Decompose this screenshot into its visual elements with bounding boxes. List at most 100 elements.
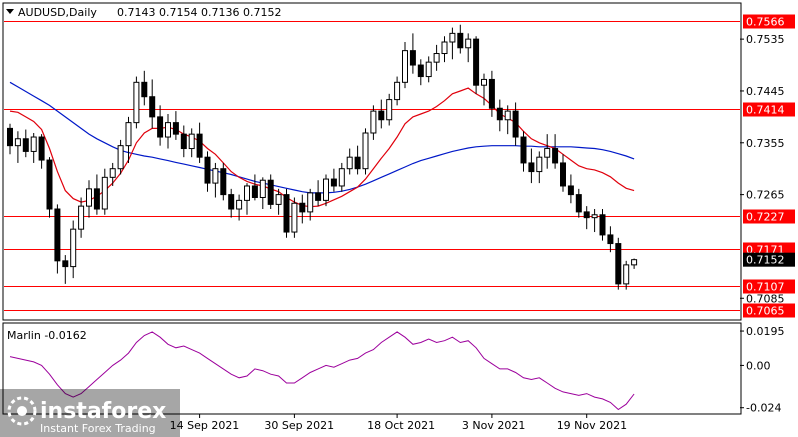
candle-body-49 (394, 81, 401, 101)
candle-45 (362, 128, 369, 175)
candle-body-70 (560, 162, 566, 187)
candle-body-56 (449, 32, 456, 43)
candle-body-63 (504, 110, 511, 121)
candle-body-50 (402, 50, 408, 83)
candle-body-37 (299, 202, 306, 213)
candle-body-52 (417, 64, 424, 78)
date-tick-label-4: 19 Nov 2021 (557, 419, 627, 432)
instaforex-watermark: instaforex Instant Forex Trading (0, 389, 180, 437)
price-tick-label-0: 0.7535 (746, 33, 785, 46)
candle-body-32 (259, 179, 266, 198)
candle-body-42 (338, 168, 345, 187)
date-tick-label-2: 18 Oct 2021 (367, 419, 435, 432)
candle-body-16 (133, 81, 140, 124)
candle-body-40 (323, 178, 329, 201)
candle-body-26 (212, 168, 219, 184)
candle-body-53 (425, 61, 432, 78)
candle-body-57 (457, 32, 464, 49)
osc-tick-label-1: 0.00 (746, 359, 771, 372)
candle-5 (46, 157, 53, 218)
brand-tagline: Instant Forex Trading (40, 422, 156, 435)
candle-body-65 (520, 136, 527, 164)
date-tick-label-0: 14 Sep 2021 (170, 419, 240, 432)
candle-body-8 (70, 228, 77, 268)
candle-body-39 (315, 192, 322, 201)
candle-body-6 (54, 208, 61, 262)
candle-body-17 (141, 81, 148, 98)
date-axis: 14 Sep 2021 30 Sep 2021 18 Oct 2021 3 Nov 2… (170, 414, 627, 432)
candle-body-51 (409, 50, 416, 66)
candle-body-18 (149, 96, 156, 118)
candle-body-3 (30, 136, 37, 152)
level-label-4: 0.7107 (746, 281, 785, 294)
candle-body-11 (93, 188, 100, 210)
candle-body-22 (180, 133, 187, 150)
candle-body-68 (544, 148, 551, 158)
candle-body-34 (275, 194, 282, 205)
candle-body-7 (62, 260, 69, 268)
candle-body-66 (528, 162, 535, 173)
candle-body-54 (433, 53, 440, 63)
osc-tick-label-2: -0.024 (746, 402, 781, 415)
candle-body-5 (46, 159, 53, 210)
date-tick-label-1: 30 Sep 2021 (264, 419, 334, 432)
candle-body-21 (172, 122, 179, 135)
candle-body-60 (481, 78, 487, 86)
candle-body-0 (7, 127, 13, 147)
candle-body-75 (599, 214, 606, 236)
candle-body-35 (283, 194, 290, 233)
candle-27 (220, 162, 227, 201)
candle-body-69 (552, 148, 559, 164)
candle-body-29 (236, 199, 243, 210)
candle-body-67 (536, 156, 543, 173)
candle-body-30 (244, 185, 250, 201)
candle-body-9 (78, 205, 85, 230)
candle-16 (133, 76, 140, 129)
candle-body-55 (441, 41, 448, 55)
level-label-5: 0.7065 (746, 305, 785, 318)
candle-body-25 (204, 156, 211, 184)
level-label-1: 0.7414 (746, 104, 785, 117)
candle-body-43 (346, 156, 353, 170)
candle-body-59 (473, 38, 480, 86)
candle-body-38 (307, 192, 314, 213)
price-tick-label-1: 0.7445 (746, 85, 785, 98)
price-tick-label-2: 0.7355 (746, 137, 785, 150)
candle-body-45 (362, 132, 369, 170)
candle-body-79 (631, 259, 638, 266)
candle-body-41 (330, 178, 337, 187)
candle-body-31 (251, 185, 258, 198)
candle-body-61 (488, 78, 495, 109)
candle-body-33 (267, 179, 274, 205)
price-tick-label-4: 0.7085 (746, 292, 785, 305)
level-label-0: 0.7566 (746, 16, 785, 29)
price-panel (2, 2, 742, 321)
candle-body-13 (109, 168, 116, 178)
candle-body-77 (615, 243, 622, 285)
candle-59 (473, 36, 480, 94)
candle-body-14 (117, 145, 124, 170)
ohlc-values: 0.7143 0.7154 0.7136 0.7152 (117, 6, 281, 19)
candle-77 (615, 237, 622, 290)
candle-body-44 (354, 156, 361, 170)
candle-body-27 (220, 168, 227, 196)
candle-body-1 (14, 138, 21, 147)
chart-symbol-label: AUDUSD,Daily (18, 6, 97, 19)
candle-body-12 (101, 176, 108, 210)
candle-body-64 (512, 110, 519, 138)
date-tick-label-3: 3 Nov 2021 (462, 419, 525, 432)
current-price-label: 0.7152 (746, 254, 785, 267)
candle-body-74 (591, 214, 598, 219)
candle-body-58 (465, 38, 472, 49)
candle-body-78 (623, 264, 630, 285)
candle-body-28 (228, 194, 235, 210)
candle-body-19 (157, 116, 164, 138)
candle-36 (291, 197, 298, 238)
candle-body-48 (386, 99, 393, 121)
candle-body-36 (291, 202, 298, 233)
candle-body-20 (165, 122, 171, 138)
candle-body-71 (567, 185, 574, 196)
candle-body-15 (125, 122, 132, 147)
candle-body-73 (583, 211, 590, 219)
level-labels: 0.75660.74140.72270.71710.71070.70650.71… (743, 14, 795, 318)
